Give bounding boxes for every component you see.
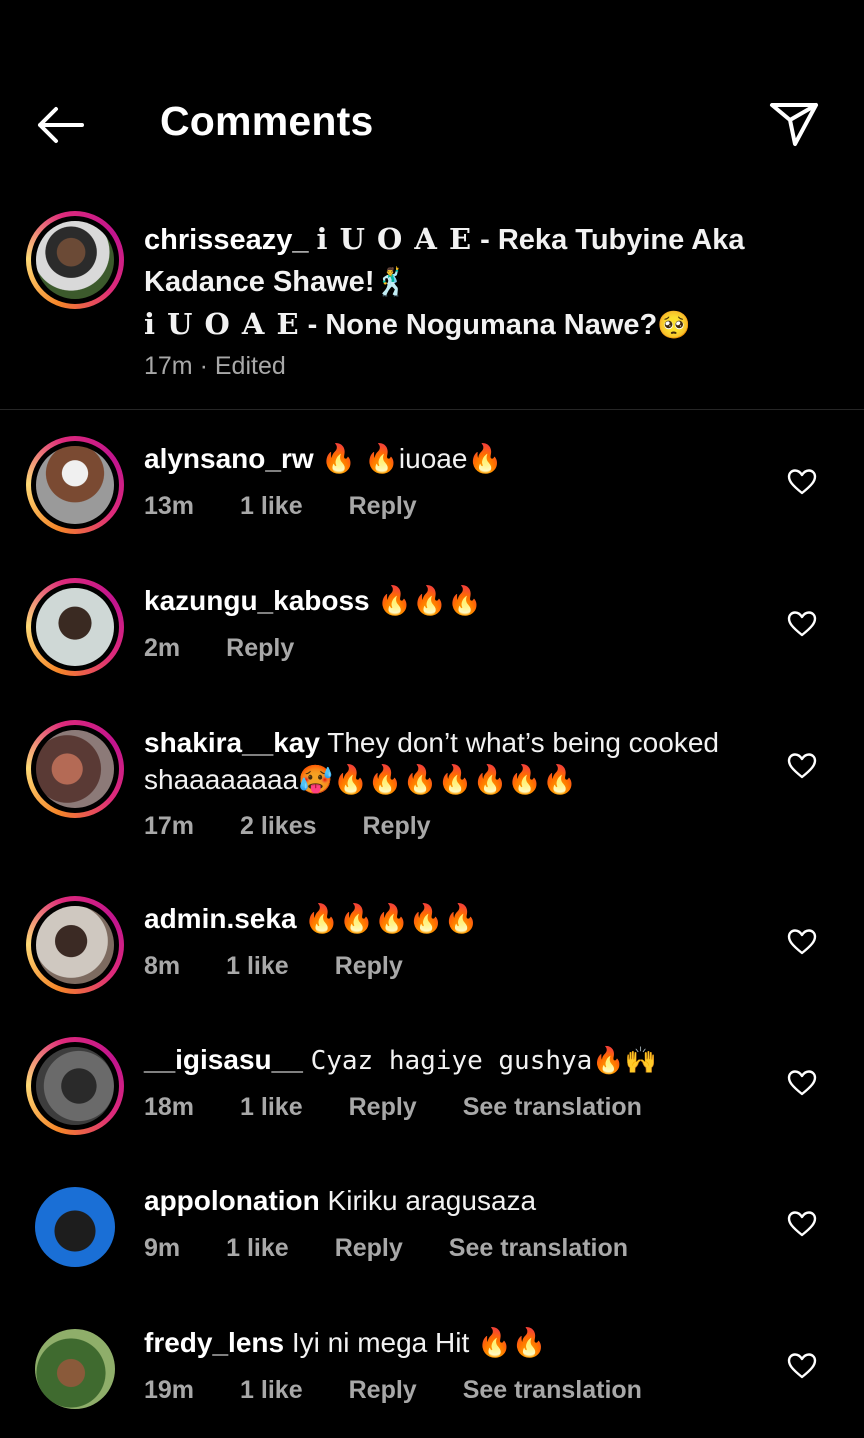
comment-text: kazungu_kaboss 🔥🔥🔥 <box>144 582 774 619</box>
comment-text: appolonation Kiriku aragusaza <box>144 1182 774 1219</box>
comment-text: __igisasu__ Cyaz hagiye gushya🔥🙌 <box>144 1041 774 1080</box>
heart-icon[interactable] <box>786 926 818 958</box>
comment-body: Kiriku aragusaza <box>327 1185 537 1216</box>
back-button[interactable] <box>30 100 90 150</box>
comment-time: 8m <box>144 952 181 980</box>
comment-time: 9m <box>144 1234 181 1262</box>
comment-username[interactable]: shakira__kay <box>144 727 320 758</box>
caption-styled-text: i U O A E <box>144 307 300 341</box>
comment-meta: 9m 1 like Reply See translation <box>144 1234 674 1263</box>
comment-meta: 8m 1 like Reply <box>144 952 449 981</box>
likes-count[interactable]: 1 like <box>226 1234 289 1262</box>
likes-count[interactable]: 1 like <box>226 952 289 980</box>
reply-button[interactable]: Reply <box>349 1376 417 1404</box>
comment-row: __igisasu__ Cyaz hagiye gushya🔥🙌 18m 1 li… <box>0 1037 864 1147</box>
heart-icon[interactable] <box>786 1350 818 1382</box>
likes-count[interactable]: 2 likes <box>240 812 316 840</box>
avatar[interactable] <box>26 436 124 534</box>
comment-username[interactable]: kazungu_kaboss <box>144 585 370 616</box>
comment-text: admin.seka 🔥🔥🔥🔥🔥 <box>144 900 774 937</box>
comment-body: Cyaz hagiye gushya🔥🙌 <box>310 1046 658 1076</box>
share-button[interactable] <box>764 96 824 152</box>
avatar[interactable] <box>26 1178 124 1276</box>
heart-icon[interactable] <box>786 750 818 782</box>
caption-meta: 17m · Edited <box>144 352 286 381</box>
comment-username[interactable]: appolonation <box>144 1185 320 1216</box>
avatar-image <box>35 1329 115 1409</box>
comment-body: 🔥 🔥iuoae🔥 <box>321 443 503 474</box>
caption-styled-text: i U O A E <box>316 222 473 256</box>
comment-username[interactable]: fredy_lens <box>144 1327 284 1358</box>
avatar-image <box>36 1047 114 1125</box>
caption-text: chrisseazy_ i U O A E - Reka Tubyine Aka… <box>144 218 774 346</box>
comment-username[interactable]: __igisasu__ <box>144 1044 303 1075</box>
comment-row: fredy_lens Iyi ni mega Hit 🔥🔥 19m 1 like R… <box>0 1320 864 1430</box>
reply-button[interactable]: Reply <box>349 492 417 520</box>
comment-time: 2m <box>144 634 181 662</box>
comment-username[interactable]: alynsano_rw <box>144 443 314 474</box>
page-title: Comments <box>160 98 374 144</box>
comment-username[interactable]: admin.seka <box>144 903 297 934</box>
comment-meta: 18m 1 like Reply See translation <box>144 1093 688 1122</box>
comment-body: Iyi ni mega Hit 🔥🔥 <box>291 1327 547 1358</box>
avatar-image <box>36 588 114 666</box>
comment-row: shakira__kay They don’t what’s being coo… <box>0 720 864 870</box>
avatar[interactable] <box>26 896 124 994</box>
caption-emoji: 🕺 <box>374 267 409 297</box>
comment-time: 19m <box>144 1376 195 1404</box>
likes-count[interactable]: 1 like <box>240 492 303 520</box>
avatar-image <box>36 446 114 524</box>
likes-count[interactable]: 1 like <box>240 1093 303 1121</box>
comment-text: fredy_lens Iyi ni mega Hit 🔥🔥 <box>144 1324 774 1361</box>
comment-meta: 17m 2 likes Reply <box>144 812 477 841</box>
heart-icon[interactable] <box>786 1067 818 1099</box>
reply-button[interactable]: Reply <box>363 812 431 840</box>
caption-username[interactable]: chrisseazy_ <box>144 224 308 256</box>
comment-text: shakira__kay They don’t what’s being coo… <box>144 724 774 798</box>
comment-body: 🔥🔥🔥🔥🔥 <box>304 903 479 934</box>
caption-edited: Edited <box>214 352 286 380</box>
avatar[interactable] <box>26 578 124 676</box>
comment-meta: 13m 1 like Reply <box>144 492 463 521</box>
avatar-image <box>36 730 114 808</box>
comment-row: admin.seka 🔥🔥🔥🔥🔥 8m 1 like Reply <box>0 896 864 1006</box>
avatar-image <box>35 1187 115 1267</box>
comment-body: 🔥🔥🔥 <box>377 585 483 616</box>
avatar-image <box>36 221 114 299</box>
heart-icon[interactable] <box>786 608 818 640</box>
avatar-image <box>36 906 114 984</box>
reply-button[interactable]: Reply <box>335 1234 403 1262</box>
see-translation-button[interactable]: See translation <box>463 1093 642 1121</box>
comment-row: appolonation Kiriku aragusaza 9m 1 like Re… <box>0 1178 864 1288</box>
comment-row: alynsano_rw 🔥 🔥iuoae🔥 13m 1 like Reply <box>0 436 864 546</box>
comment-time: 13m <box>144 492 195 520</box>
header-bar: Comments <box>0 0 864 190</box>
avatar[interactable] <box>26 1037 124 1135</box>
paper-plane-icon <box>770 103 818 146</box>
heart-icon[interactable] <box>786 466 818 498</box>
reply-button[interactable]: Reply <box>335 952 403 980</box>
comment-time: 18m <box>144 1093 195 1121</box>
caption-line2: - None Nogumana Nawe? <box>299 309 658 341</box>
comment-text: alynsano_rw 🔥 🔥iuoae🔥 <box>144 440 774 477</box>
comment-meta: 19m 1 like Reply See translation <box>144 1376 688 1405</box>
comment-time: 17m <box>144 812 195 840</box>
reply-button[interactable]: Reply <box>349 1093 417 1121</box>
caption-emoji: 🥺 <box>657 310 691 340</box>
avatar[interactable] <box>26 211 124 309</box>
comment-meta: 2m Reply <box>144 634 340 663</box>
comment-row: kazungu_kaboss 🔥🔥🔥 2m Reply <box>0 578 864 688</box>
caption-time: 17m <box>144 352 193 380</box>
avatar[interactable] <box>26 720 124 818</box>
see-translation-button[interactable]: See translation <box>449 1234 628 1262</box>
see-translation-button[interactable]: See translation <box>463 1376 642 1404</box>
arrow-left-icon <box>38 107 84 143</box>
caption-separator: · <box>192 352 215 380</box>
heart-icon[interactable] <box>786 1208 818 1240</box>
reply-button[interactable]: Reply <box>226 634 294 662</box>
divider <box>0 409 864 410</box>
avatar[interactable] <box>26 1320 124 1418</box>
likes-count[interactable]: 1 like <box>240 1376 303 1404</box>
post-caption: chrisseazy_ i U O A E - Reka Tubyine Aka… <box>0 208 864 408</box>
